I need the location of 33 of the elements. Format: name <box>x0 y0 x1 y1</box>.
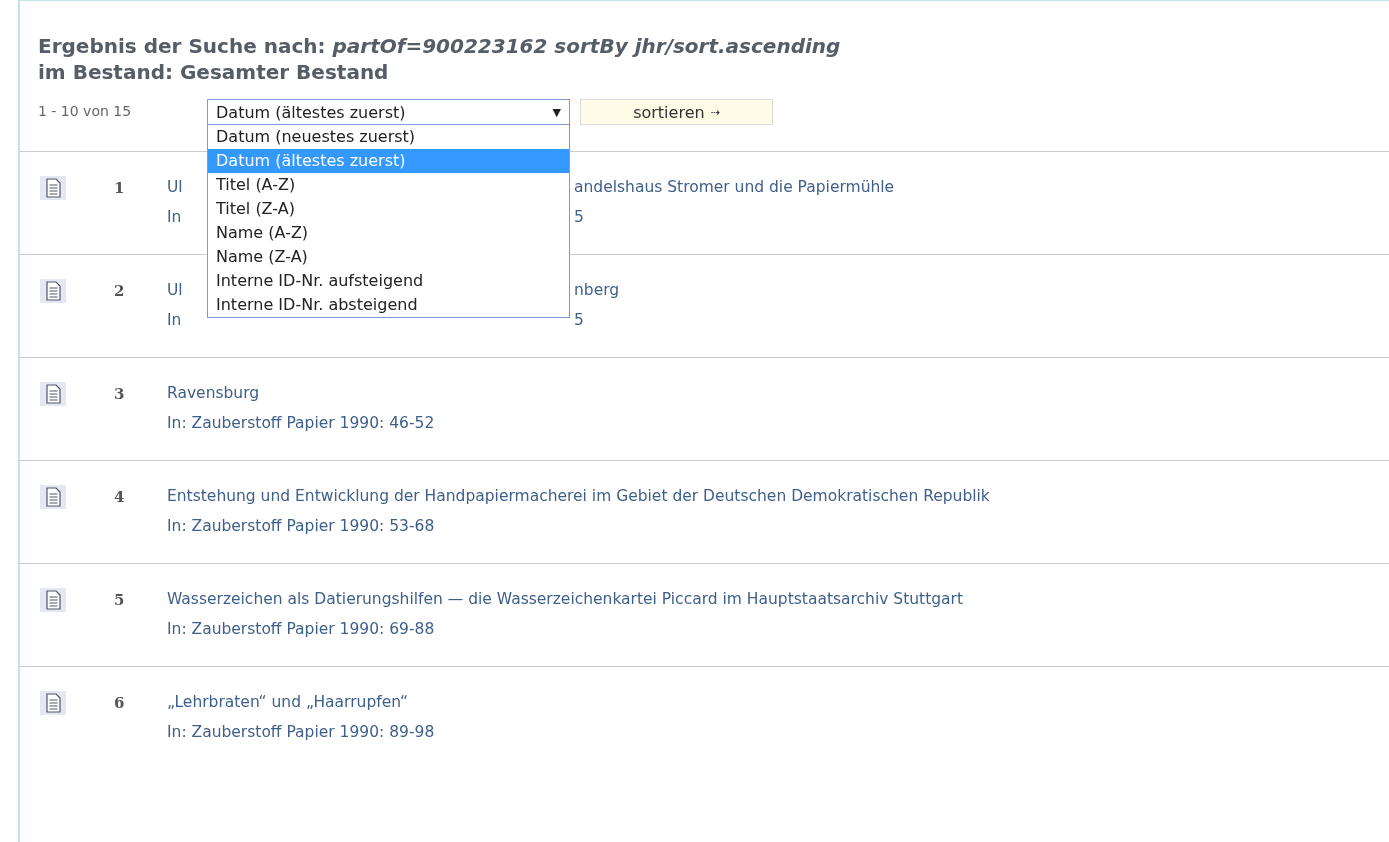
result-title-link[interactable]: Ravensburg <box>167 382 1389 404</box>
result-number: 2 <box>114 282 125 302</box>
document-icon <box>40 588 66 612</box>
sort-button[interactable]: sortieren ⇢ <box>580 99 773 125</box>
search-heading: Ergebnis der Suche nach: partOf=900223162 sortBy jhr/sort.ascending <box>38 33 842 59</box>
result-source: In: Zauberstoff Papier 1990: 53-68 <box>167 516 436 537</box>
document-icon <box>40 382 66 406</box>
document-icon <box>40 176 66 200</box>
result-title-link[interactable]: Wasserzeichen als Datierungshilfen — die Wasserzeichenkartei Piccard im Hauptstaatsarchiv Stuttgart <box>167 588 1389 610</box>
sort-select[interactable]: Datum (ältestes zuerst) ▼ <box>207 99 570 125</box>
result-title-link[interactable]: „Lehrbraten“ und „Haarrupfen“ <box>167 691 1389 713</box>
result-number: 1 <box>114 179 125 199</box>
document-icon <box>40 279 66 303</box>
document-icon <box>40 485 66 509</box>
result-title-link[interactable]: Ul <box>167 279 209 301</box>
result-title-link[interactable]: andelshaus Stromer und die Papiermühle <box>574 176 1389 198</box>
result-number: 3 <box>114 385 125 405</box>
result-source: In <box>167 310 183 331</box>
document-icon <box>40 691 66 715</box>
result-title-link[interactable]: Entstehung und Entwicklung der Handpapiermacherei im Gebiet der Deutschen Demokratischen Republik <box>167 485 1389 507</box>
result-count: 1 - 10 von 15 <box>38 103 133 119</box>
result-source: 5 <box>574 310 585 331</box>
result-number: 6 <box>114 694 125 714</box>
result-source: In: Zauberstoff Papier 1990: 69-88 <box>167 619 436 640</box>
result-number: 4 <box>114 488 125 508</box>
result-title-link[interactable]: Ul <box>167 176 209 198</box>
result-source: In <box>167 207 183 228</box>
result-title-link[interactable]: nberg <box>574 279 1389 301</box>
result-number: 5 <box>114 591 125 611</box>
result-source: In: Zauberstoff Papier 1990: 89-98 <box>167 722 436 743</box>
holdings-heading: im Bestand: Gesamter Bestand <box>38 59 390 85</box>
result-source: In: Zauberstoff Papier 1990: 46-52 <box>167 413 436 434</box>
result-source: 5 <box>574 207 585 228</box>
